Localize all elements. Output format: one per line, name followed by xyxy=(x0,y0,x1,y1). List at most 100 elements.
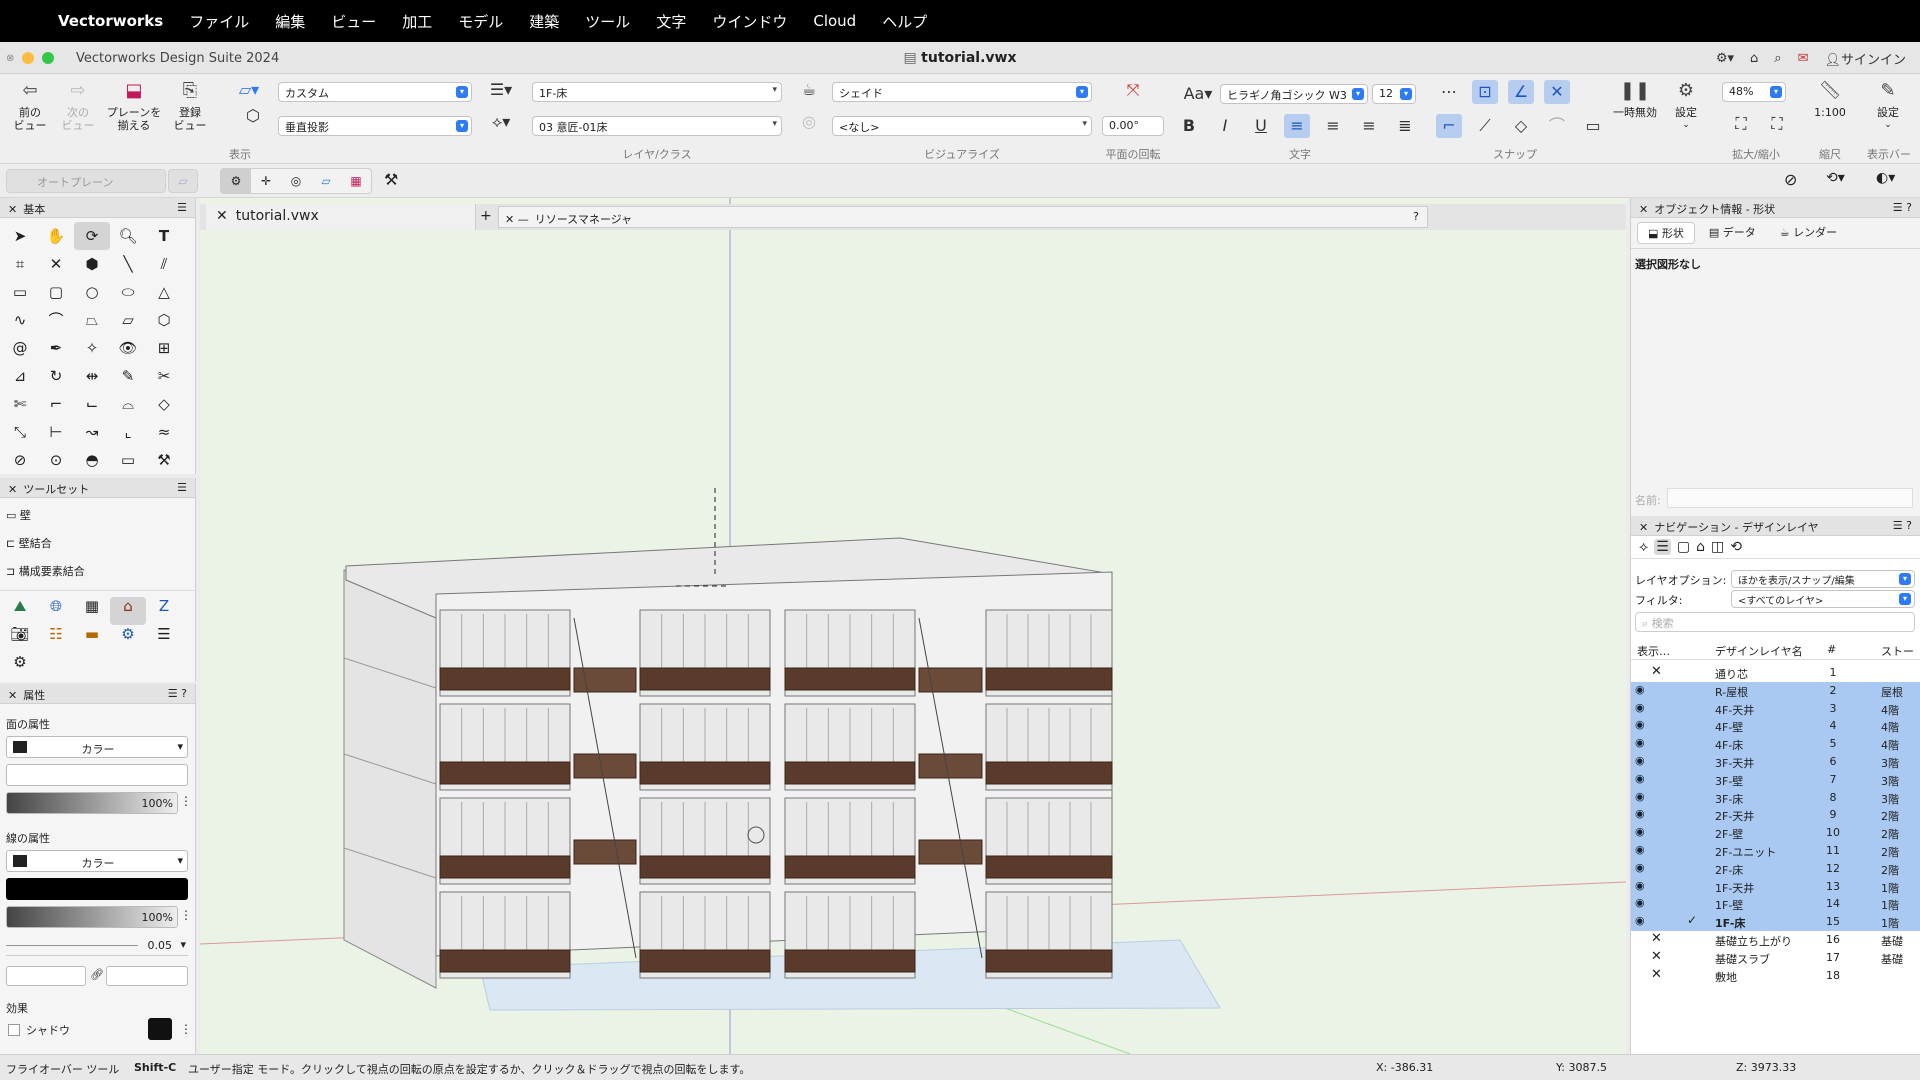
menu-window[interactable]: ウインドウ xyxy=(712,11,787,32)
polyline-tool-icon[interactable]: ⌒ xyxy=(38,306,74,334)
fill-opacity-slider[interactable]: 100% xyxy=(6,792,178,814)
end-marker-select[interactable] xyxy=(106,966,188,986)
layer-row[interactable]: ◉ 3F-壁 7 3階 xyxy=(1631,770,1920,789)
snap-distance-icon[interactable]: ⌐ xyxy=(1436,114,1462,138)
snap-tangent-icon[interactable]: ⟋ xyxy=(1472,114,1498,138)
zoom-tool-icon[interactable]: 🔍︎ xyxy=(110,222,146,250)
line-opacity-slider[interactable]: 100% xyxy=(6,906,178,928)
name-field[interactable] xyxy=(1667,488,1913,508)
layer-row[interactable]: ✕ 敷地 18 xyxy=(1631,967,1920,985)
menu-file[interactable]: ファイル xyxy=(189,11,249,32)
menu-model[interactable]: モデル xyxy=(458,11,503,32)
split-tool-icon[interactable]: ✄ xyxy=(2,390,38,418)
snap-edge-icon[interactable]: ⌒ xyxy=(1544,114,1570,138)
snap-angle-icon[interactable]: ∠ xyxy=(1508,80,1534,104)
classes-icon[interactable]: ⟡▾ xyxy=(488,110,514,134)
menu-modify[interactable]: 加工 xyxy=(402,11,432,32)
eye-icon[interactable]: ◉ xyxy=(1635,701,1645,714)
col-story[interactable]: ストー xyxy=(1881,643,1914,659)
render-teapot-icon[interactable]: ☕︎ xyxy=(796,78,822,102)
snap-wp-icon[interactable]: ▭ xyxy=(1580,114,1606,138)
snap-object-icon[interactable]: ⊡ xyxy=(1472,80,1498,104)
close-icon[interactable]: ✕ xyxy=(1639,203,1648,216)
rotate-plan-icon[interactable]: ⤧ xyxy=(1120,78,1146,102)
justify-icon[interactable]: ≣ xyxy=(1392,114,1418,138)
attribute-map-tool-icon[interactable]: ⊞ xyxy=(146,334,182,362)
measure-toolset-icon[interactable]: ▬ xyxy=(74,625,110,653)
rotation-field[interactable]: 0.00° xyxy=(1102,116,1164,136)
line-weight-select[interactable]: 0.05 ▾ xyxy=(6,936,188,956)
resource-manager-bar[interactable]: ✕ — リソースマネージャ? xyxy=(498,206,1428,228)
detail-toolset-icon[interactable]: Z xyxy=(146,597,182,625)
dims-toolset-icon[interactable]: ☰ xyxy=(146,625,182,653)
origin-mode-icon[interactable]: ✛ xyxy=(251,169,281,193)
close-icon[interactable]: ✕ xyxy=(8,689,17,702)
rotate-tool-icon[interactable]: ↻ xyxy=(38,362,74,390)
signin-button[interactable]: 👤︎サインイン xyxy=(1824,49,1906,68)
layer-row[interactable]: ✕ 基礎立ち上がり 16 基礎 xyxy=(1631,931,1920,949)
menu-help[interactable]: ヘルプ xyxy=(882,11,927,32)
circle-tool-icon[interactable]: ○ xyxy=(74,278,110,306)
tab-render[interactable]: ☕︎ レンダー xyxy=(1770,222,1847,244)
more-icon[interactable]: ⋮ xyxy=(180,794,192,808)
eyedropper2-tool-icon[interactable]: ✎ xyxy=(110,362,146,390)
oval-tool-icon[interactable]: ⬭ xyxy=(110,278,146,306)
menu-edit[interactable]: 編集 xyxy=(275,11,305,32)
tab-data[interactable]: ▤ データ xyxy=(1699,222,1766,244)
hidden-icon[interactable]: ✕ xyxy=(1651,931,1662,946)
layer-select[interactable]: 1F-床 ▾ xyxy=(532,82,782,102)
rounded-rect-tool-icon[interactable]: ▢ xyxy=(38,278,74,306)
frame-tool-icon[interactable]: ▭ xyxy=(110,446,146,474)
machine-toolset-icon[interactable]: ⚙ xyxy=(110,625,146,653)
tool-component-join[interactable]: ⊐ 構成要素結合 xyxy=(6,558,189,586)
eye-icon[interactable]: ◉ xyxy=(1635,825,1645,838)
menu-view[interactable]: ビュー xyxy=(331,11,376,32)
layer-row[interactable]: ◉ ✓ 1F-床 15 1階 xyxy=(1631,913,1920,932)
view-options-icon[interactable]: ⟲▾ xyxy=(1826,170,1845,186)
protractor-tool-icon[interactable]: ⊘ xyxy=(2,446,38,474)
scale-button[interactable]: 📏︎ 1:100 xyxy=(1808,82,1852,120)
text-style-icon[interactable]: Aa▾ xyxy=(1180,82,1216,106)
flyover-mode-icon[interactable]: ⚙ xyxy=(221,169,251,193)
line-tool-icon[interactable]: ╲ xyxy=(110,250,146,278)
layer-row[interactable]: ◉ 4F-床 5 4階 xyxy=(1631,735,1920,754)
align-right-icon[interactable]: ≡ xyxy=(1356,114,1382,138)
double-polygon-tool-icon[interactable]: ⏥ xyxy=(110,306,146,334)
fill-type-select[interactable]: カラー ▾ xyxy=(6,736,188,758)
tool-wall-join[interactable]: ⊏ 壁結合 xyxy=(6,530,189,558)
prev-view-button[interactable]: ⇦ 前の ビュー xyxy=(8,82,52,133)
chamfer-tool-icon[interactable]: ⌙ xyxy=(74,390,110,418)
eye-icon[interactable]: ◉ xyxy=(1635,772,1645,785)
eye-icon[interactable]: ◉ xyxy=(1635,861,1645,874)
add-tab-icon[interactable]: + xyxy=(480,208,492,224)
font-select[interactable]: ヒラギノ角ゴシック W3 ▾ xyxy=(1220,84,1368,104)
magic-wand-tool-icon[interactable]: ✧ xyxy=(74,334,110,362)
col-num[interactable]: # xyxy=(1827,643,1836,656)
search-icon[interactable]: ⌕ xyxy=(1774,51,1781,66)
classes-icon[interactable]: ⟡ xyxy=(1639,539,1648,555)
eye-icon[interactable]: ◉ xyxy=(1635,754,1645,767)
close-icon[interactable]: ✕ xyxy=(8,483,17,496)
close-icon[interactable]: ✕ xyxy=(1639,521,1648,534)
eye-icon[interactable]: ◉ xyxy=(1635,843,1645,856)
sheet-layers-icon[interactable]: ▢ xyxy=(1677,539,1690,555)
snap-intersection-icon[interactable]: ✕ xyxy=(1544,80,1570,104)
snap-grid-icon[interactable]: ⋯ xyxy=(1436,80,1462,104)
layer-row[interactable]: ◉ 2F-ユニット 11 2階 xyxy=(1631,842,1920,860)
eye-icon[interactable]: ◉ xyxy=(1635,683,1645,696)
align-center-icon[interactable]: ≡ xyxy=(1320,114,1346,138)
flyover-tool-icon[interactable]: ⟳ xyxy=(74,222,110,250)
bold-icon[interactable]: B xyxy=(1176,114,1202,138)
plane-mode-icon[interactable]: ▱▾ xyxy=(236,78,262,102)
mail-icon[interactable]: ✉ xyxy=(1798,51,1809,66)
plane-view-icon[interactable]: ▱ xyxy=(311,169,341,193)
freehand-tool-icon[interactable]: ∿ xyxy=(2,306,38,334)
layer-row[interactable]: ◉ 4F-天井 3 4階 xyxy=(1631,699,1920,718)
layer-row[interactable]: ◉ 1F-壁 14 1階 xyxy=(1631,895,1920,914)
displaybar-settings-button[interactable]: ✎ 設定 ⌄ xyxy=(1866,82,1910,132)
hidden-icon[interactable]: ✕ xyxy=(1651,949,1662,964)
layer-row[interactable]: ◉ 2F-床 12 2階 xyxy=(1631,859,1920,878)
zoom-fit-icon[interactable]: ⛶ xyxy=(1728,112,1754,136)
layer-row[interactable]: ◉ 2F-天井 9 2階 xyxy=(1631,806,1920,825)
selection-tool-icon[interactable]: ➤ xyxy=(2,222,38,250)
